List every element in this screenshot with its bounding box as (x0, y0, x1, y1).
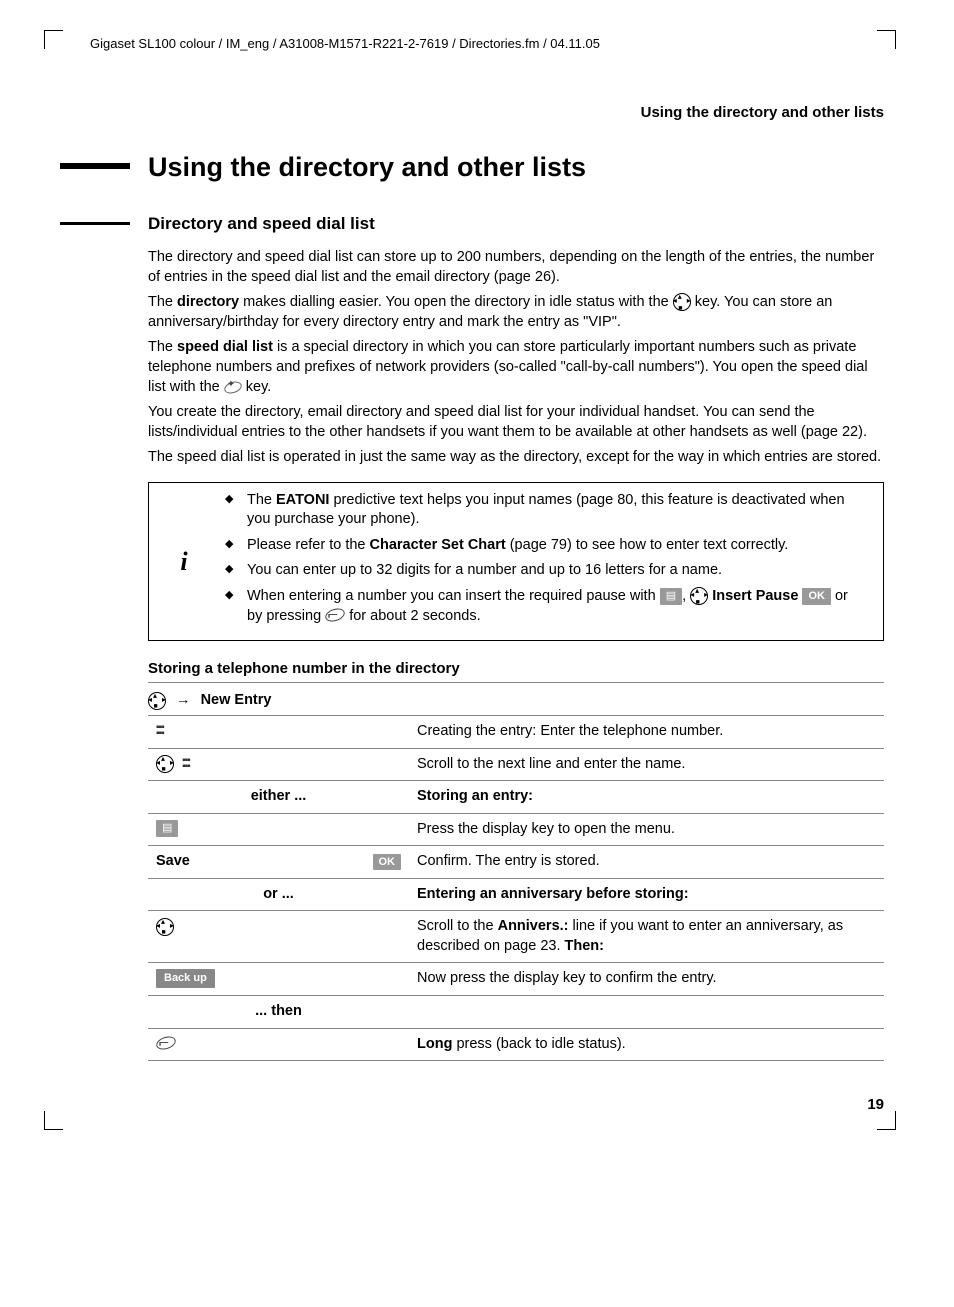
body-text: The directory and speed dial list can st… (148, 248, 884, 287)
table-row: ◂▸■ Scroll to the next line and enter th… (148, 748, 884, 781)
ok-key-icon: OK (802, 588, 831, 605)
section-heading: Directory and speed dial list (148, 213, 884, 236)
table-row: Creating the entry: Enter the telephone … (148, 716, 884, 748)
info-item: Please refer to the Character Set Chart … (243, 536, 867, 556)
subsection-heading: Storing a telephone number in the direct… (148, 659, 884, 683)
table-row: Save OK Confirm. The entry is stored. (148, 846, 884, 879)
nav-key-icon: ◂▸■ (156, 755, 174, 773)
backup-key: Back up (156, 969, 215, 988)
table-row: or ... Entering an anniversary before st… (148, 878, 884, 911)
menu-key-icon: ▤ (660, 588, 682, 605)
star-key-icon (224, 380, 242, 393)
info-item: You can enter up to 32 digits for a numb… (243, 561, 867, 581)
menu-key-icon: ▤ (156, 820, 178, 837)
info-item: When entering a number you can insert th… (243, 587, 867, 626)
table-row: ... then (148, 996, 884, 1029)
info-icon: i (149, 483, 219, 640)
body-text: The speed dial list is operated in just … (148, 448, 884, 468)
nav-key-icon: ◂▸■ (156, 918, 174, 936)
nav-key-icon: ◂▸■ (673, 293, 691, 311)
body-text: The speed dial list is a special directo… (148, 338, 884, 397)
nav-key-icon: ◂▸■ (690, 587, 708, 605)
table-row: either ... Storing an entry: (148, 781, 884, 814)
nav-key-icon: ◂▸■ (148, 692, 166, 710)
page-title: Using the directory and other lists (148, 149, 884, 185)
hash-key-icon (325, 609, 345, 623)
table-row: Long press (back to idle status). (148, 1028, 884, 1061)
ok-key-icon: OK (373, 854, 402, 871)
keypad-icon (182, 758, 196, 770)
steps-table: Creating the entry: Enter the telephone … (148, 716, 884, 1061)
body-text: The directory makes dialling easier. You… (148, 293, 884, 332)
table-row: ▤ Press the display key to open the menu… (148, 813, 884, 846)
info-item: The EATONI predictive text helps you inp… (243, 491, 867, 530)
nav-path: ◂▸■ → New Entry (148, 687, 884, 716)
info-box: i The EATONI predictive text helps you i… (148, 482, 884, 641)
running-head: Using the directory and other lists (148, 103, 884, 123)
page-number: 19 (148, 1095, 884, 1115)
source-path: Gigaset SL100 colour / IM_eng / A31008-M… (90, 35, 884, 53)
table-row: Back up Now press the display key to con… (148, 963, 884, 996)
hangup-key-icon (156, 1037, 176, 1051)
body-text: You create the directory, email director… (148, 403, 884, 442)
keypad-icon (156, 725, 170, 737)
table-row: ◂▸■ Scroll to the Annivers.: line if you… (148, 911, 884, 963)
